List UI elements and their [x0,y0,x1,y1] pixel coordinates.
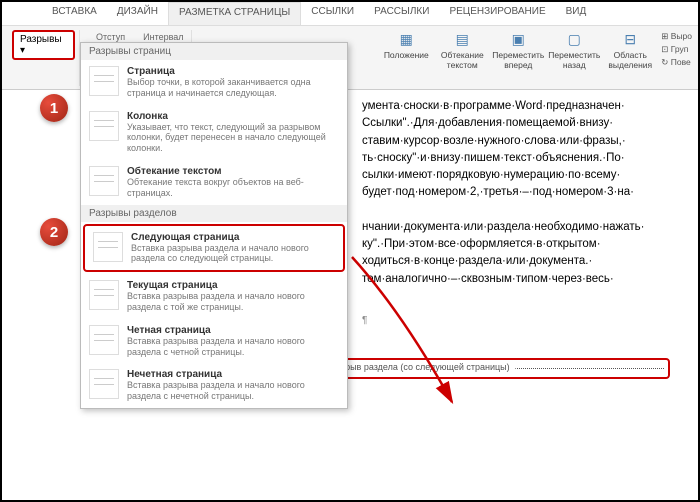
indent-label: Отступ [96,32,125,42]
tab-design[interactable]: ДИЗАЙН [107,2,168,25]
even-page-break-icon [89,325,119,355]
paragraph-mark-icon: ¶ [362,315,367,326]
dd-item-continuous[interactable]: Текущая страницаВставка разрыва раздела … [81,274,347,319]
next-page-break-icon [93,232,123,262]
breaks-button[interactable]: Разрывы ▾ [12,30,75,60]
tab-mailings[interactable]: РАССЫЛКИ [364,2,439,25]
dd-item-odd-page[interactable]: Нечетная страницаВставка разрыва раздела… [81,363,347,408]
dd-section-section-breaks: Разрывы разделов [81,205,347,222]
backward-icon: ▢ [565,30,583,48]
dd-section-page-breaks: Разрывы страниц [81,43,347,60]
tab-page-layout[interactable]: РАЗМЕТКА СТРАНИЦЫ [168,2,301,25]
textwrap-break-icon [89,166,119,196]
rotate-button[interactable]: ↻ Пове [661,56,692,69]
tab-references[interactable]: ССЫЛКИ [301,2,364,25]
dd-item-page[interactable]: СтраницаВыбор точки, в которой заканчива… [81,60,347,105]
selection-pane-button[interactable]: ⊟Область выделения [605,30,655,70]
callout-1: 1 [40,94,68,122]
wrap-icon: ▤ [453,30,471,48]
dd-item-even-page[interactable]: Четная страницаВставка разрыва раздела и… [81,319,347,364]
group-button[interactable]: ⊡ Груп [661,43,692,56]
wrap-text-button[interactable]: ▤Обтекание текстом [437,30,487,70]
selection-icon: ⊟ [621,30,639,48]
forward-icon: ▣ [509,30,527,48]
column-break-icon [89,111,119,141]
bring-forward-button[interactable]: ▣Переместить вперед [493,30,543,70]
continuous-break-icon [89,280,119,310]
dd-item-next-page[interactable]: Следующая страницаВставка разрыва раздел… [83,224,345,273]
dd-item-column[interactable]: КолонкаУказывает, что текст, следующий з… [81,105,347,160]
page-break-icon [89,66,119,96]
tab-insert[interactable]: ВСТАВКА [42,2,107,25]
tab-review[interactable]: РЕЦЕНЗИРОВАНИЕ [439,2,555,25]
section-break-label: Разрыв раздела (со следующей страницы) [324,362,515,372]
odd-page-break-icon [89,369,119,399]
position-button[interactable]: ▦Положение [381,30,431,60]
ribbon-tabs: ВСТАВКА ДИЗАЙН РАЗМЕТКА СТРАНИЦЫ ССЫЛКИ … [2,2,698,26]
breaks-dropdown: Разрывы страниц СтраницаВыбор точки, в к… [80,42,348,409]
align-button[interactable]: ⊞ Выро [661,30,692,43]
dd-item-text-wrap[interactable]: Обтекание текстомОбтекание текста вокруг… [81,160,347,205]
tab-view[interactable]: ВИД [556,2,597,25]
callout-2: 2 [40,218,68,246]
position-icon: ▦ [397,30,415,48]
interval-label: Интервал [143,32,187,42]
send-backward-button[interactable]: ▢Переместить назад [549,30,599,70]
